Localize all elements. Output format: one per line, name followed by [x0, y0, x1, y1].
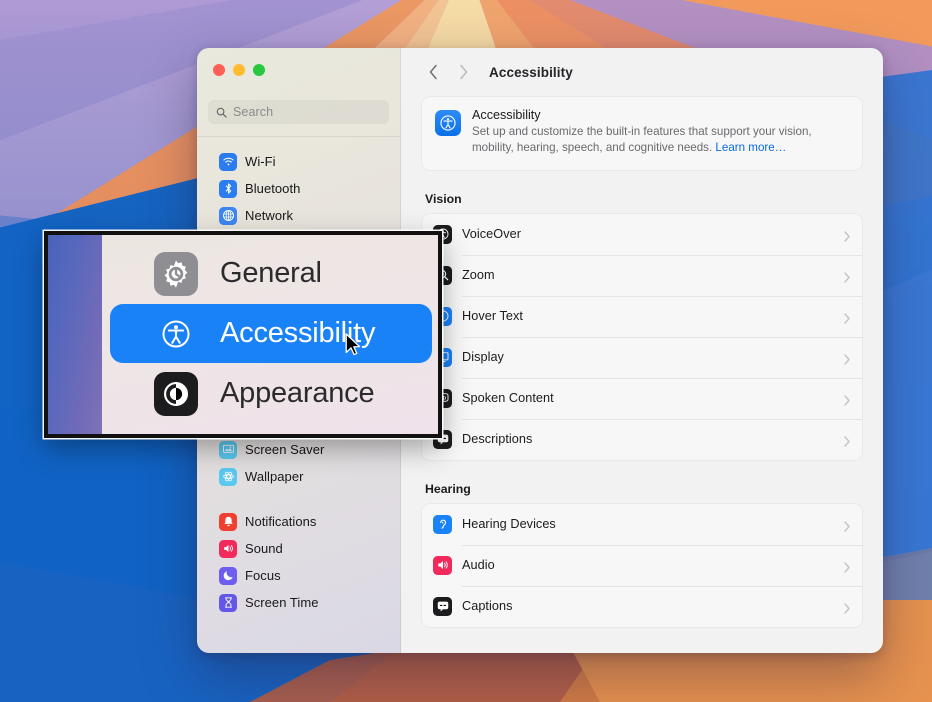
notifications-icon — [219, 512, 237, 531]
search-icon — [216, 107, 227, 118]
chevron-right-icon — [844, 519, 850, 532]
wallpaper-icon — [219, 467, 237, 486]
accessibility-about-card: Accessibility Set up and customize the b… — [421, 96, 863, 171]
sound-icon — [219, 539, 237, 558]
section-card-vision: VoiceOver Zoom Hover Text Display Spoken Con… — [421, 212, 863, 461]
sidebar-item-wallpaper[interactable]: Wallpaper — [205, 463, 392, 490]
section-header-hearing: Hearing — [425, 481, 471, 496]
sidebar-item-screen-saver[interactable]: Screen Saver — [205, 436, 392, 463]
chevron-right-icon — [844, 601, 850, 614]
row-descriptions[interactable]: Descriptions — [422, 418, 862, 460]
row-display[interactable]: Display — [422, 336, 862, 378]
content-pane: Accessibility Accessibility Set up and c… — [401, 48, 883, 653]
zoom-magnifier-overlay: General Accessibility Appearance — [44, 231, 442, 438]
chevron-right-icon — [844, 393, 850, 406]
content-toolbar: Accessibility — [401, 48, 883, 96]
sidebar-item-label: Bluetooth — [245, 181, 301, 196]
sidebar-group: Notifications Sound Focus Screen Time — [197, 504, 400, 616]
sidebar-group: Wi-Fi Bluetooth Network — [197, 144, 400, 229]
sidebar-item-label: Screen Saver — [245, 442, 325, 457]
window-controls[interactable] — [213, 64, 265, 76]
sidebar-item-network[interactable]: Network — [205, 202, 392, 229]
row-label: Descriptions — [462, 432, 533, 447]
back-button[interactable] — [419, 58, 447, 86]
sidebar-item-label: Focus — [245, 568, 281, 583]
magnifier-content[interactable]: General Accessibility Appearance — [102, 235, 438, 434]
section-header-vision: Vision — [425, 191, 462, 206]
about-description: Set up and customize the built-in featur… — [472, 124, 848, 157]
search-placeholder: Search — [233, 105, 274, 119]
chevron-right-icon — [844, 434, 850, 447]
wifi-icon — [219, 152, 237, 171]
audio-icon — [433, 555, 452, 575]
sidebar-item-notifications[interactable]: Notifications — [205, 508, 392, 535]
row-hearing-devices[interactable]: Hearing Devices — [422, 504, 862, 545]
row-label: Captions — [462, 599, 513, 614]
forward-button[interactable] — [449, 58, 477, 86]
chevron-right-icon — [844, 229, 850, 242]
content-scroll-area[interactable]: Accessibility Set up and customize the b… — [401, 96, 883, 653]
row-zoom[interactable]: Zoom — [422, 254, 862, 296]
search-input[interactable]: Search — [208, 100, 389, 124]
maximize-button[interactable] — [253, 64, 265, 76]
magnified-item-label: General — [220, 257, 322, 289]
sidebar-item-label: Notifications — [245, 514, 317, 529]
magnified-item-label: Accessibility — [220, 317, 376, 349]
captions-icon — [433, 596, 452, 616]
magnified-item-label: Appearance — [220, 377, 375, 409]
hearing-devices-icon — [433, 514, 452, 534]
chevron-right-icon — [844, 311, 850, 324]
screen-saver-icon — [219, 440, 237, 459]
row-hover-text[interactable]: Hover Text — [422, 295, 862, 337]
sidebar-divider — [197, 136, 400, 137]
appearance-icon — [154, 371, 198, 416]
chevron-right-icon — [844, 560, 850, 573]
section-card-hearing: Hearing Devices Audio Captions — [421, 502, 863, 628]
row-label: VoiceOver — [462, 227, 521, 242]
sidebar-item-focus[interactable]: Focus — [205, 562, 392, 589]
chevron-right-icon — [844, 352, 850, 365]
row-spoken-content[interactable]: Spoken Content — [422, 377, 862, 419]
row-label: Zoom — [462, 268, 495, 283]
accessibility-icon — [435, 110, 461, 136]
sidebar-item-label: Wi-Fi — [245, 154, 276, 169]
about-title: Accessibility — [472, 108, 541, 122]
row-voiceover[interactable]: VoiceOver — [422, 214, 862, 255]
row-label: Spoken Content — [462, 391, 554, 406]
sidebar-item-wi-fi[interactable]: Wi-Fi — [205, 148, 392, 175]
row-label: Hover Text — [462, 309, 523, 324]
learn-more-link[interactable]: Learn more… — [715, 141, 786, 154]
row-captions[interactable]: Captions — [422, 585, 862, 627]
sidebar-item-screen-time[interactable]: Screen Time — [205, 589, 392, 616]
magnified-item-accessibility[interactable]: Accessibility — [110, 304, 432, 363]
page-title: Accessibility — [489, 64, 573, 80]
sidebar-item-sound[interactable]: Sound — [205, 535, 392, 562]
gear-icon — [154, 251, 198, 296]
row-label: Hearing Devices — [462, 517, 556, 532]
bluetooth-icon — [219, 179, 237, 198]
magnifier-left-edge — [48, 235, 102, 434]
row-label: Audio — [462, 558, 495, 573]
accessibility-icon — [154, 311, 198, 356]
sidebar-item-label: Network — [245, 208, 294, 223]
globe-icon — [219, 206, 237, 225]
sidebar-item-bluetooth[interactable]: Bluetooth — [205, 175, 392, 202]
chevron-right-icon — [844, 270, 850, 283]
screen-time-icon — [219, 593, 237, 612]
sidebar-item-label: Sound — [245, 541, 283, 556]
close-button[interactable] — [213, 64, 225, 76]
sidebar-item-label: Wallpaper — [245, 469, 304, 484]
magnified-item-appearance[interactable]: Appearance — [110, 364, 432, 423]
sidebar-item-label: Screen Time — [245, 595, 319, 610]
row-audio[interactable]: Audio — [422, 544, 862, 586]
magnified-item-general[interactable]: General — [110, 244, 432, 303]
settings-sections: Vision VoiceOver Zoom Hover Text Display Spok… — [421, 192, 863, 628]
row-label: Display — [462, 350, 504, 365]
focus-icon — [219, 566, 237, 585]
minimize-button[interactable] — [233, 64, 245, 76]
